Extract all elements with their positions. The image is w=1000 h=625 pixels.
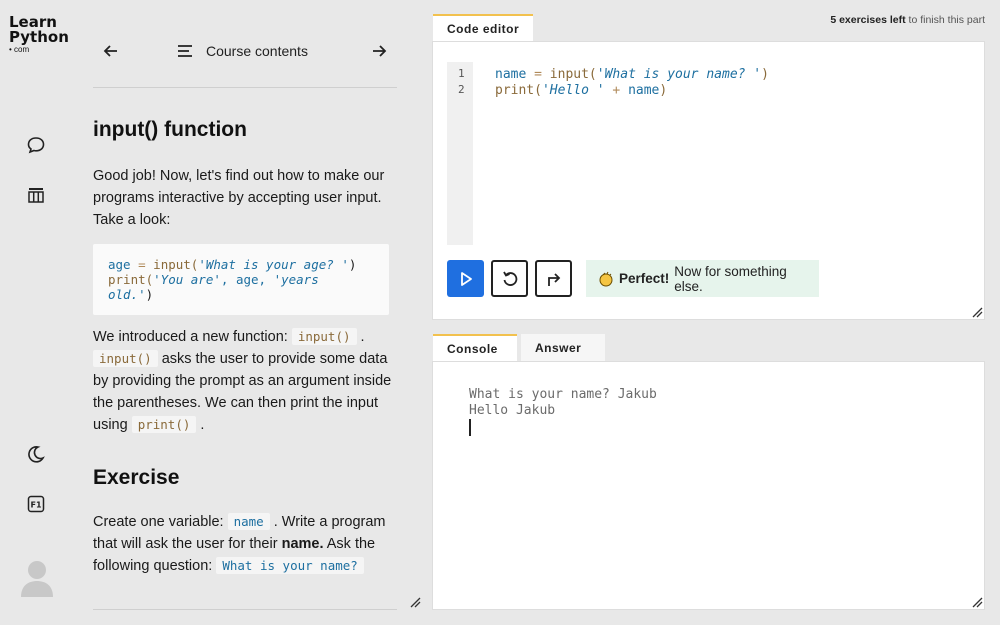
line-number: 2 [458,83,465,96]
tab-console-label: Console [447,342,498,356]
exercise-text: Create one variable: name . Write a prog… [93,513,386,574]
tab-code-editor-label: Code editor [447,22,520,36]
inline-code-print: print() [131,416,197,433]
svg-text:F1: F1 [30,501,41,510]
tab-answer-label: Answer [535,341,582,355]
moon-icon[interactable] [25,443,47,465]
menu-icon [178,45,192,57]
resize-handle-icon[interactable] [409,596,421,608]
skip-button[interactable] [535,260,572,297]
avatar[interactable] [19,557,55,597]
tab-console[interactable]: Console [433,334,517,362]
feedback-message: Perfect! Now for something else. [586,260,819,297]
clapping-hands-icon [599,271,613,286]
inline-code-input: input() [93,350,158,367]
console-output-line: Hello Jakub [469,403,556,418]
chat-icon[interactable] [25,134,47,156]
redo-arrow-icon [547,272,560,286]
inline-code-question: What is your name? [216,557,364,574]
tab-answer[interactable]: Answer [521,334,605,362]
f1-key-icon[interactable]: F1 [25,493,47,515]
arrow-right-icon [373,45,387,57]
logo[interactable]: Learn Python • com [9,15,69,55]
console-cursor[interactable] [469,419,471,436]
library-icon[interactable] [25,184,47,206]
reset-button[interactable] [491,260,528,297]
exercise-title: Exercise [93,466,180,489]
lesson-content: input() function Good job! Now, let's fi… [93,116,393,577]
exercises-left: 5 exercises left to finish this part [830,14,985,26]
inline-code-name: name [227,513,270,530]
divider-top [93,87,397,88]
course-contents-button[interactable]: Course contents [176,40,308,62]
tab-code-editor[interactable]: Code editor [433,14,533,42]
logo-line-3: • com [9,45,30,54]
resize-handle-icon[interactable] [971,596,983,608]
run-button[interactable] [447,260,484,297]
logo-line-2: Python [9,28,69,46]
play-icon [460,271,472,286]
code-line-2[interactable]: print('Hello ' + name) [495,83,667,98]
lesson-explanation: We introduced a new function: input() . … [93,328,392,433]
line-number: 1 [458,67,465,80]
example-code-block: age = input('What is your age? ') print(… [93,244,389,315]
arrow-left-icon [103,45,117,57]
divider-bottom [93,609,397,610]
lesson-intro: Good job! Now, let's find out how to mak… [93,168,385,228]
reset-icon [502,271,517,286]
console-output-line: What is your name? Jakub [469,387,657,402]
course-contents-label: Course contents [206,43,308,59]
code-line-1[interactable]: name = input('What is your name? ') [495,67,769,82]
previous-lesson-button[interactable] [100,40,122,62]
lesson-title: input() function [93,118,247,141]
resize-handle-icon[interactable] [971,306,983,318]
inline-code-input: input() [291,328,357,345]
next-lesson-button[interactable] [368,40,390,62]
